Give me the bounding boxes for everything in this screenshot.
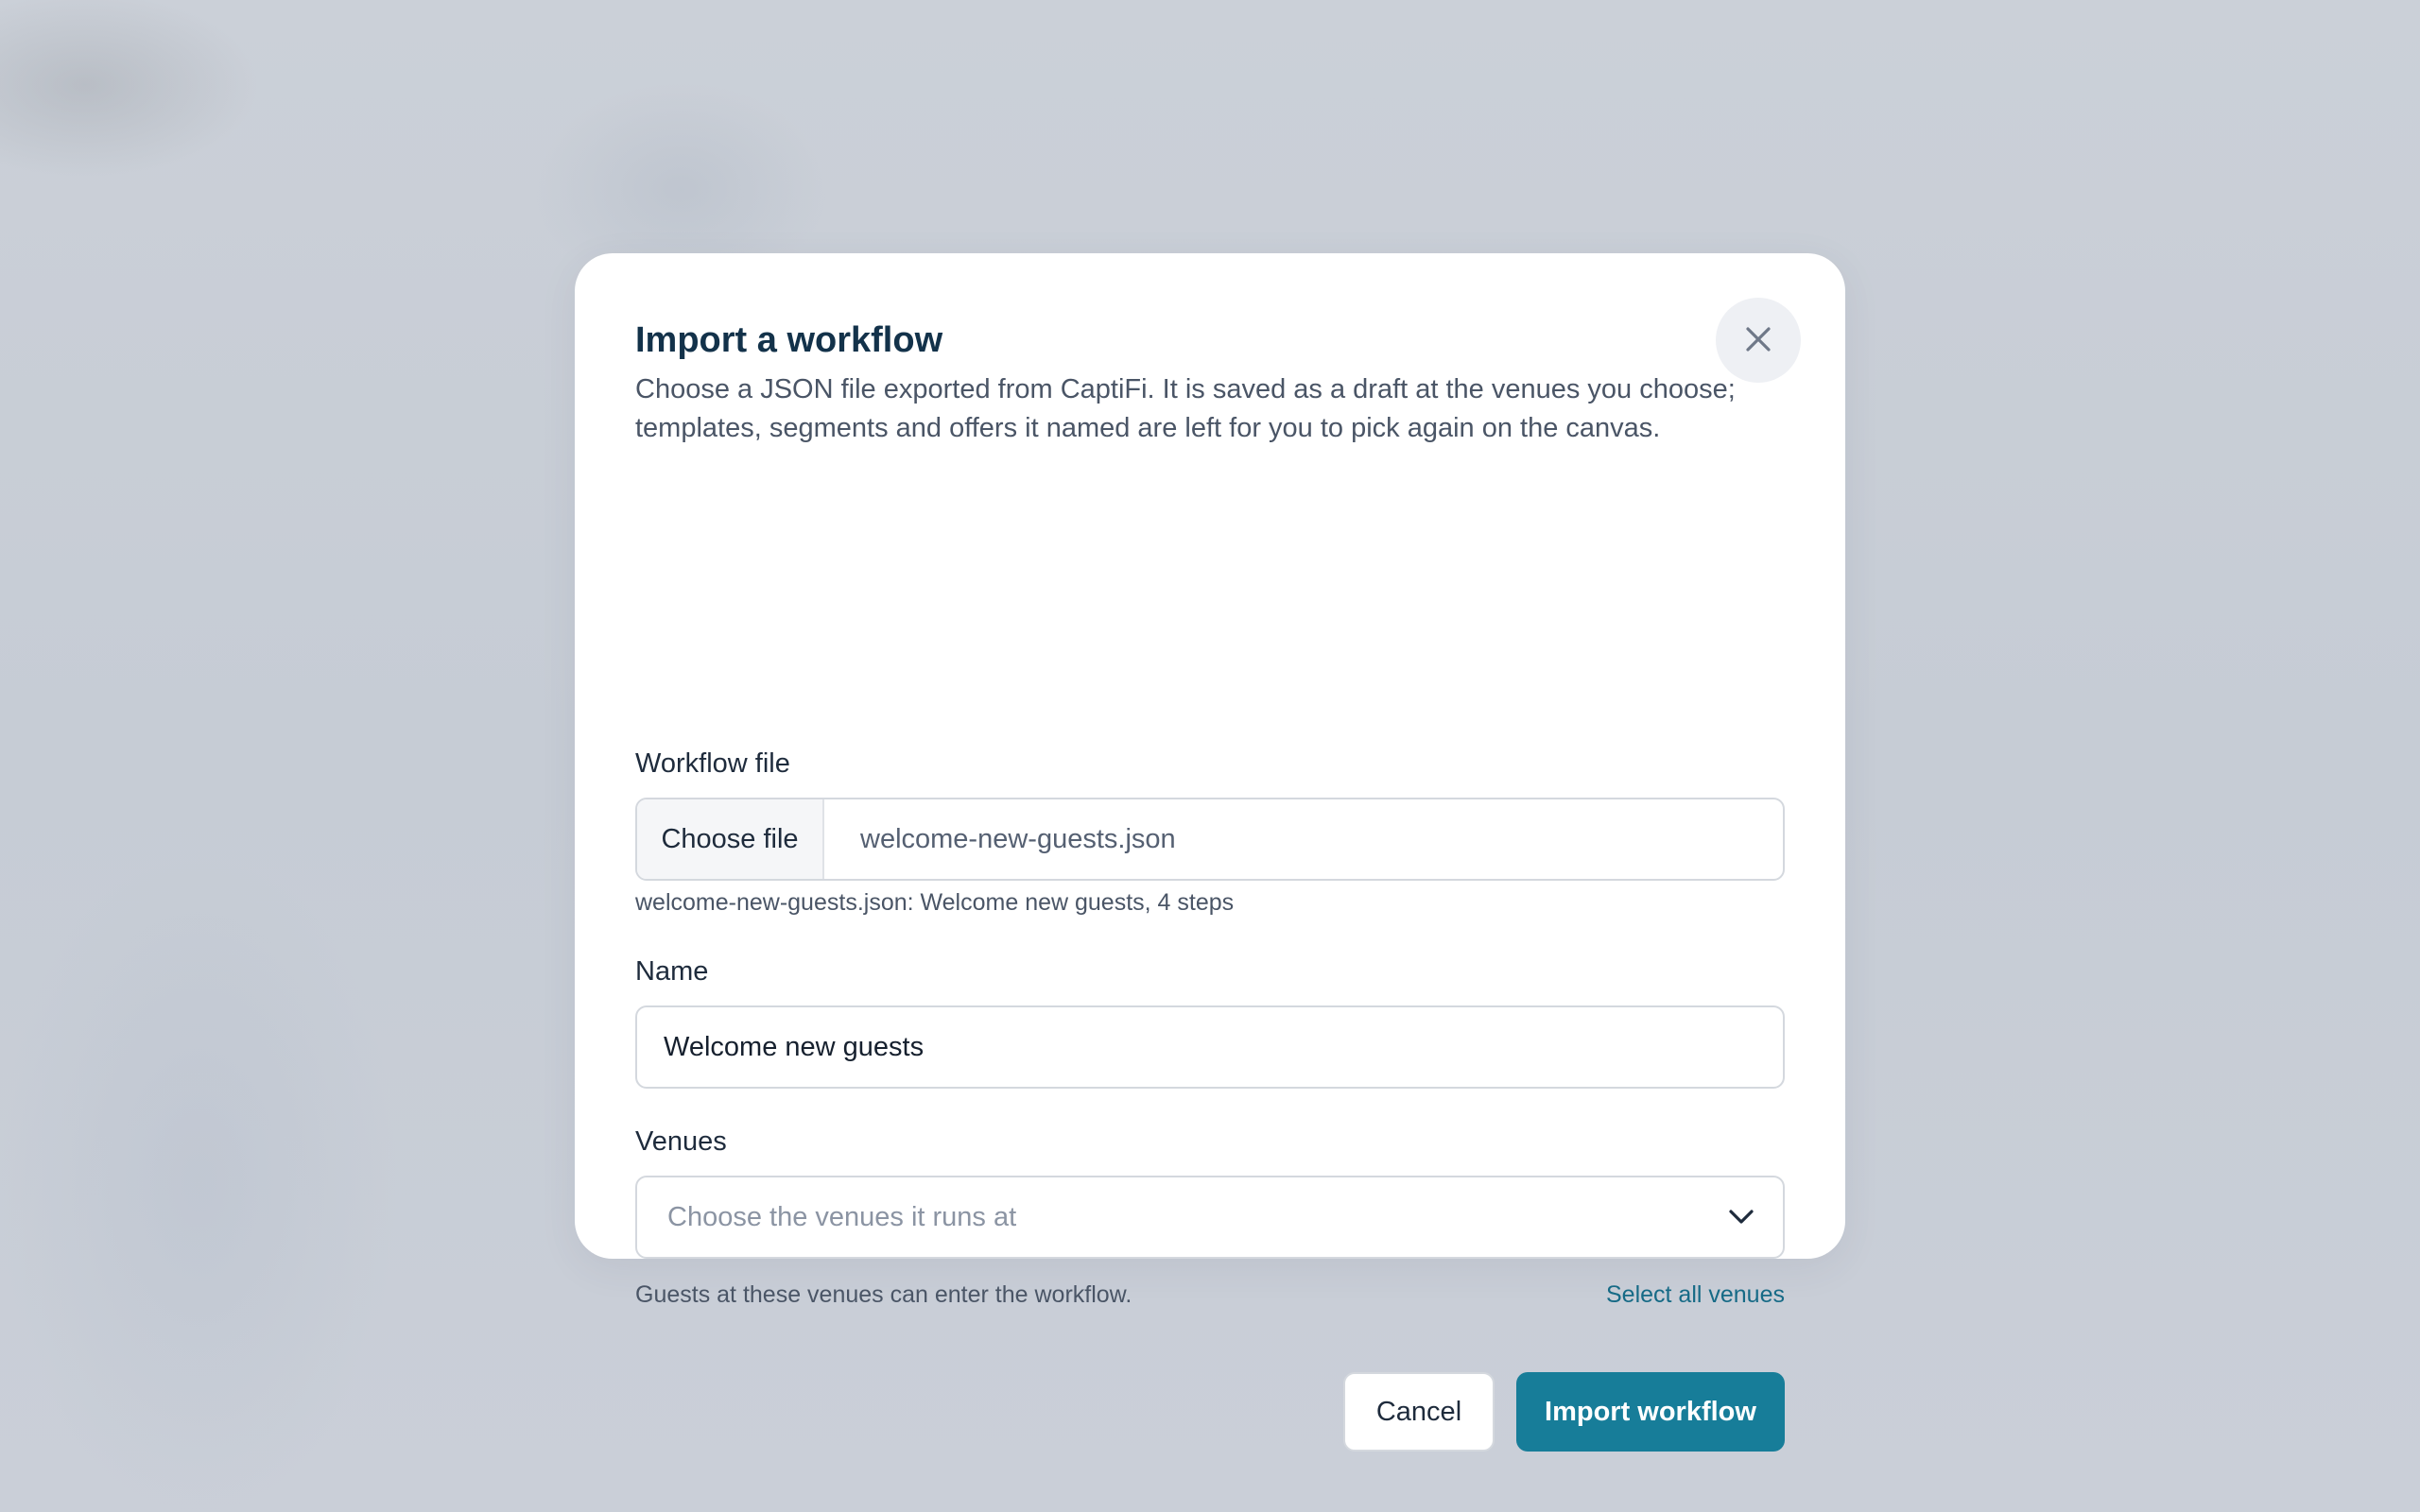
close-icon: [1744, 325, 1772, 356]
venues-select[interactable]: Choose the venues it runs at: [635, 1176, 1785, 1259]
dialog-description: Choose a JSON file exported from CaptiFi…: [635, 374, 1736, 443]
select-all-venues-link[interactable]: Select all venues: [1606, 1281, 1785, 1309]
import-workflow-dialog: Import a workflow Choose a JSON file exp…: [575, 253, 1845, 1452]
dialog-title: Import a workflow: [635, 320, 943, 360]
cancel-button[interactable]: Cancel: [1343, 1372, 1495, 1452]
name-input[interactable]: [635, 1005, 1785, 1089]
choose-file-button[interactable]: Choose file: [637, 799, 824, 879]
venues-select-placeholder: Choose the venues it runs at: [667, 1201, 1017, 1232]
file-summary: welcome-new-guests.json: Welcome new gue…: [635, 889, 1235, 916]
venues-label: Venues: [635, 1126, 727, 1157]
workflow-file-label: Workflow file: [635, 748, 790, 779]
venues-hint: Guests at these venues can enter the wor…: [635, 1281, 1132, 1308]
name-label: Name: [635, 956, 709, 987]
selected-file-name: welcome-new-guests.json: [860, 823, 1176, 854]
chevron-down-icon: [1728, 1209, 1754, 1226]
workflow-file-input[interactable]: Choose file welcome-new-guests.json: [635, 798, 1785, 881]
import-workflow-button[interactable]: Import workflow: [1516, 1372, 1785, 1452]
